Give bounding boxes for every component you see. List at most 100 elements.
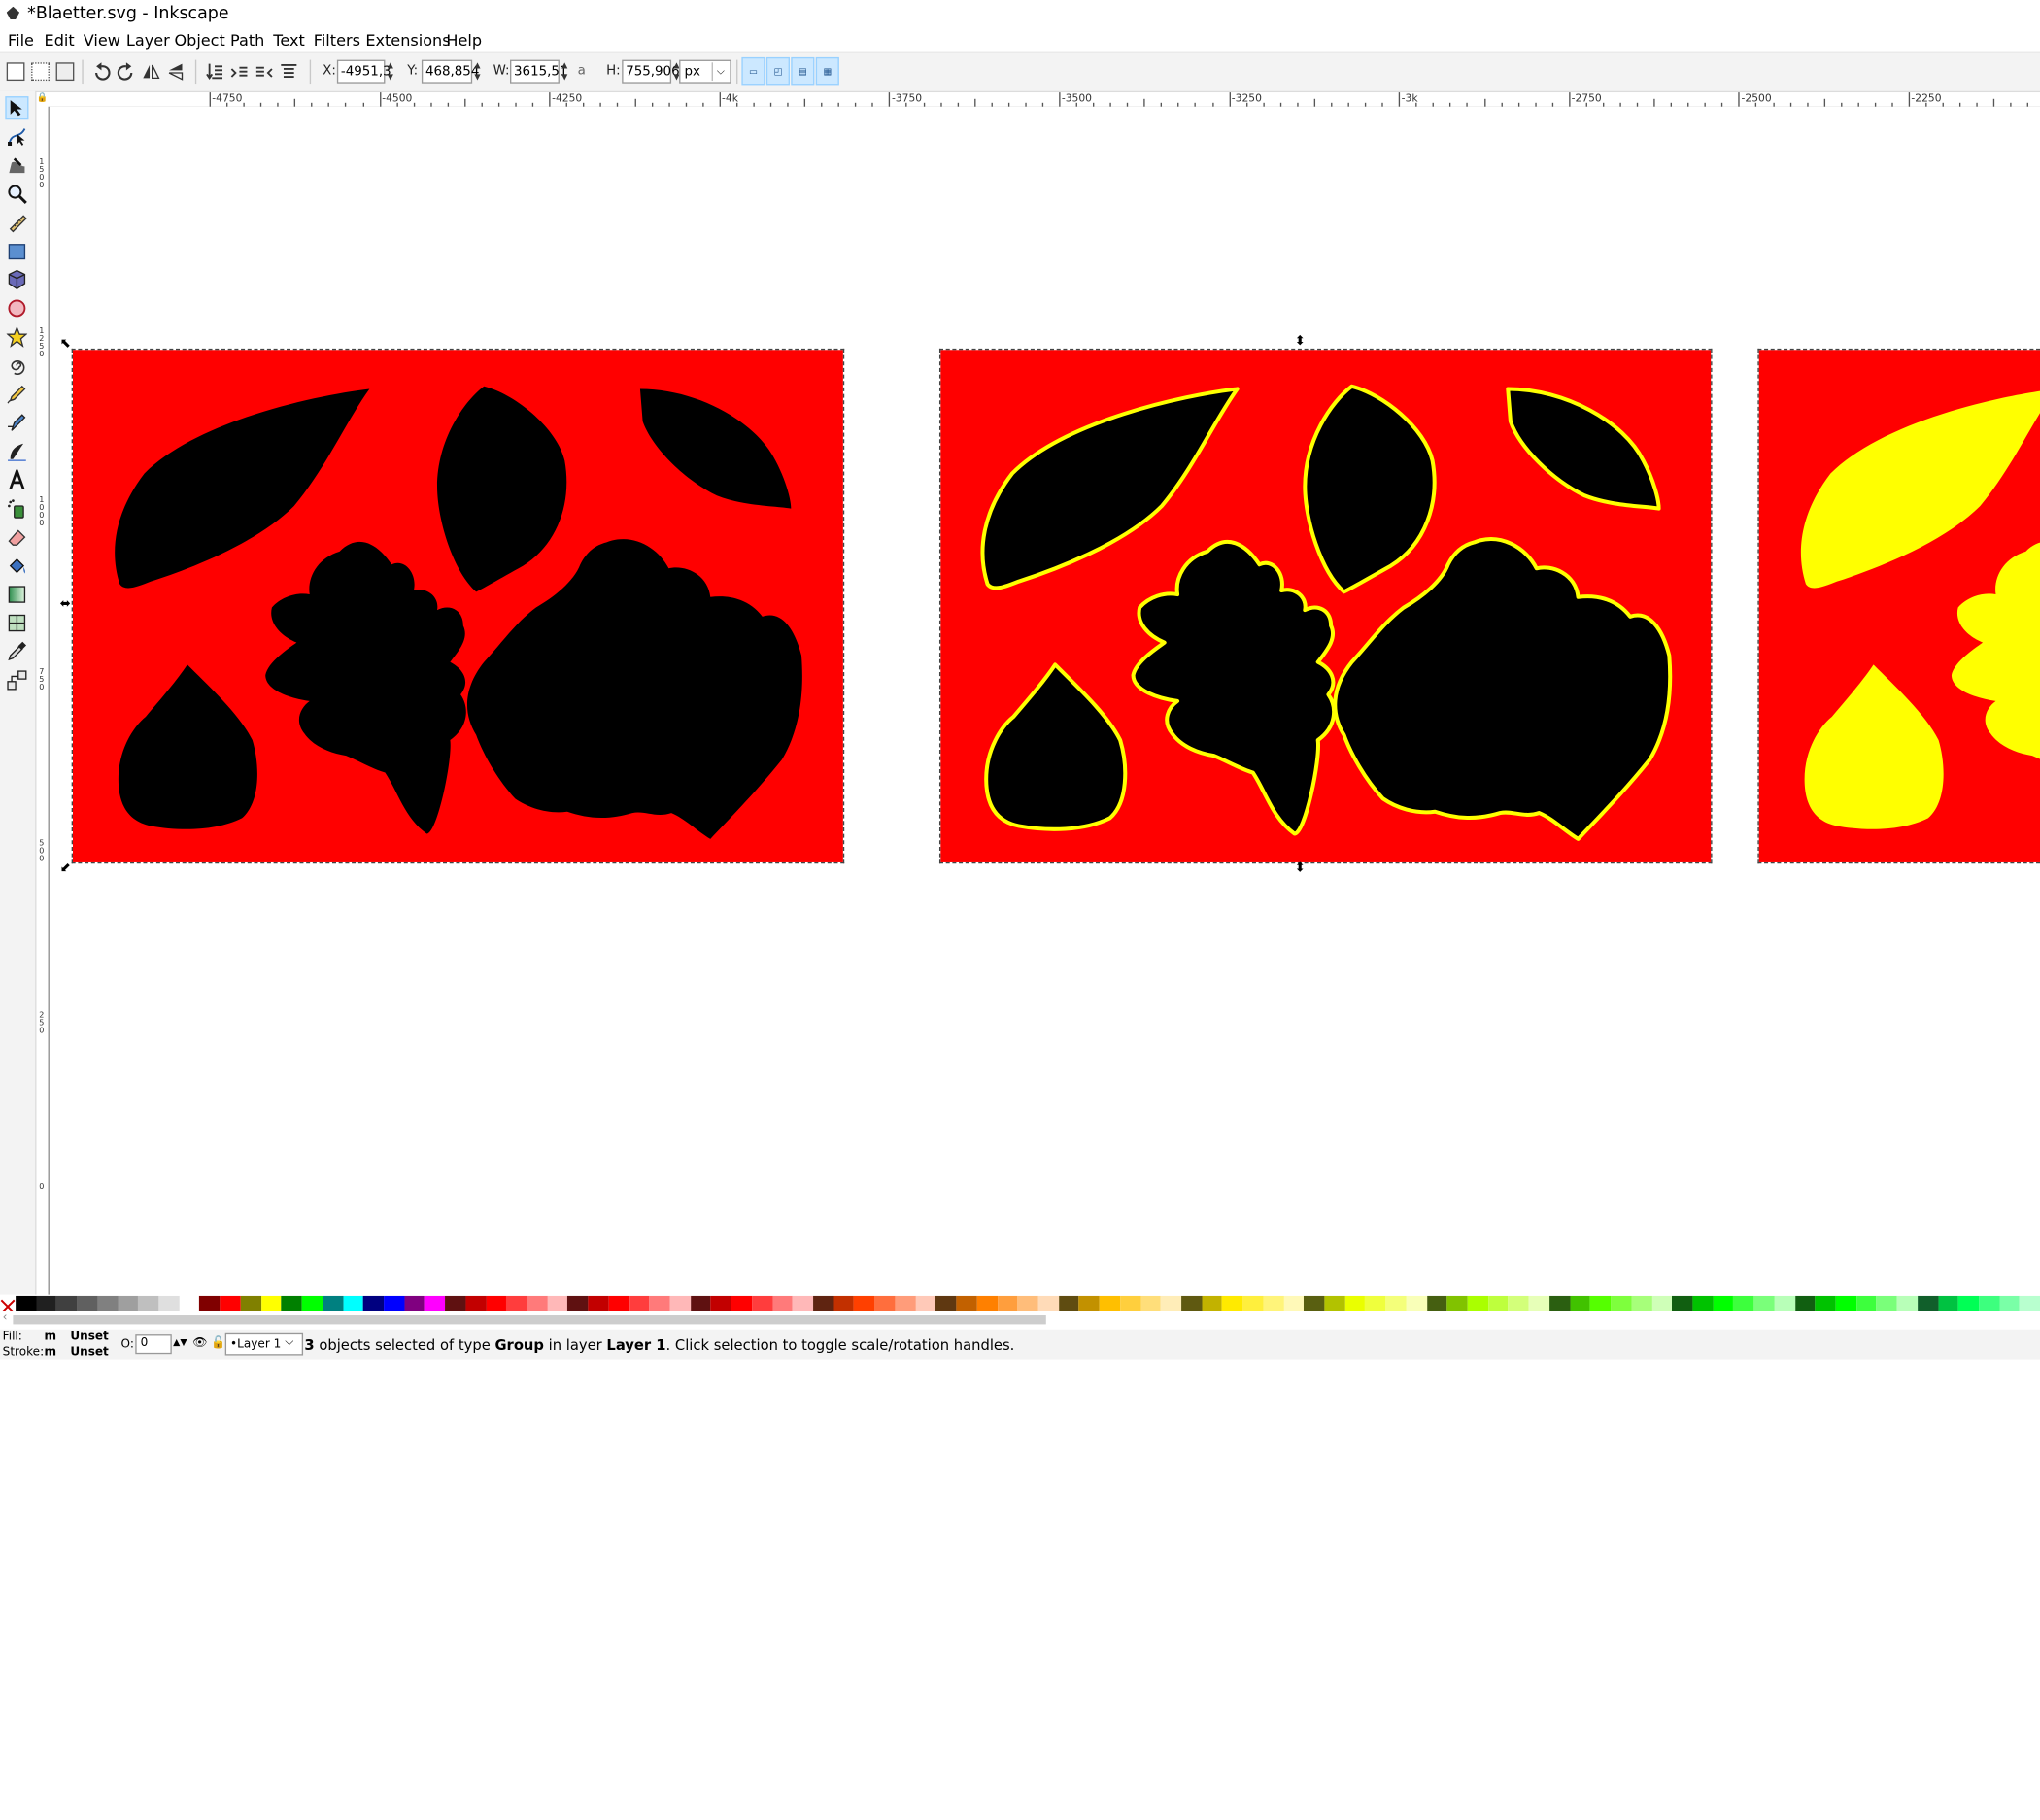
- color-swatch[interactable]: [1917, 1295, 1938, 1312]
- dropper-tool-icon[interactable]: [5, 640, 28, 663]
- color-swatch[interactable]: [649, 1295, 670, 1312]
- color-swatch[interactable]: [425, 1295, 446, 1312]
- select-all-icon[interactable]: [6, 62, 25, 82]
- color-swatch[interactable]: [138, 1295, 159, 1312]
- ruler-lock-icon[interactable]: 🔒: [36, 92, 49, 107]
- color-swatch[interactable]: [1078, 1295, 1100, 1312]
- deselect-icon[interactable]: [55, 62, 75, 82]
- color-swatch[interactable]: [1324, 1295, 1345, 1312]
- color-swatch[interactable]: [281, 1295, 302, 1312]
- menu-file[interactable]: File: [8, 31, 34, 50]
- select-all-layers-icon[interactable]: [31, 62, 50, 82]
- color-swatch[interactable]: [1222, 1295, 1243, 1312]
- gradient-tool-icon[interactable]: [5, 583, 28, 606]
- unit-select[interactable]: px ⌵: [679, 59, 731, 84]
- leaf-group-black[interactable]: [73, 350, 843, 862]
- lower-to-bottom-icon[interactable]: [203, 60, 226, 84]
- zoom-tool-icon[interactable]: [5, 183, 28, 206]
- color-swatch[interactable]: [465, 1295, 487, 1312]
- menu-edit[interactable]: Edit: [45, 31, 75, 50]
- transform-patterns-toggle[interactable]: ▦: [815, 56, 839, 86]
- color-swatch[interactable]: [1548, 1295, 1571, 1312]
- color-swatch[interactable]: [1774, 1295, 1795, 1312]
- color-swatch[interactable]: [1181, 1295, 1203, 1312]
- color-swatch[interactable]: [567, 1295, 589, 1312]
- color-swatch[interactable]: [669, 1295, 691, 1312]
- horizontal-scrollbar[interactable]: ‹: [0, 1311, 2040, 1330]
- color-swatch[interactable]: [1733, 1295, 1754, 1312]
- scale-handle-top-left[interactable]: ⬉: [60, 338, 71, 351]
- color-swatch[interactable]: [547, 1295, 568, 1312]
- color-swatch[interactable]: [342, 1295, 363, 1312]
- color-swatch[interactable]: [1937, 1295, 1959, 1312]
- color-swatch[interactable]: [1896, 1295, 1918, 1312]
- scale-handle-top[interactable]: ⬍: [1295, 335, 1306, 349]
- color-swatch[interactable]: [1099, 1295, 1120, 1312]
- color-swatch[interactable]: [1304, 1295, 1325, 1312]
- x-input[interactable]: -4951,3: [336, 59, 391, 84]
- menu-help[interactable]: Help: [446, 31, 482, 50]
- color-swatch[interactable]: [690, 1295, 711, 1312]
- page-yellow-leaves[interactable]: [1757, 348, 2040, 864]
- color-swatch[interactable]: [384, 1295, 405, 1312]
- tweak-tool-icon[interactable]: [5, 153, 28, 177]
- color-swatch[interactable]: [1855, 1295, 1877, 1312]
- lower-icon[interactable]: [227, 60, 251, 84]
- lock-ratio-icon[interactable]: a: [578, 64, 586, 79]
- color-swatch[interactable]: [1058, 1295, 1079, 1312]
- color-swatch[interactable]: [935, 1295, 957, 1312]
- chevron-down-icon[interactable]: ⌵: [285, 1335, 293, 1348]
- raise-to-top-icon[interactable]: [277, 60, 300, 84]
- color-swatch[interactable]: [1426, 1295, 1447, 1312]
- h-input[interactable]: 755,906: [622, 59, 680, 84]
- connector-tool-icon[interactable]: [5, 668, 28, 691]
- leaf-group-yellow[interactable]: [1759, 350, 2040, 862]
- flip-vertical-icon[interactable]: [164, 60, 187, 84]
- color-swatch[interactable]: [1815, 1295, 1836, 1312]
- color-swatch[interactable]: [1651, 1295, 1673, 1312]
- color-swatch[interactable]: [1876, 1295, 1897, 1312]
- color-swatch[interactable]: [1999, 1295, 2021, 1312]
- raise-icon[interactable]: [253, 60, 276, 84]
- color-swatch[interactable]: [895, 1295, 916, 1312]
- rotate-ccw-icon[interactable]: [89, 60, 113, 84]
- color-swatch[interactable]: [608, 1295, 629, 1312]
- color-swatch[interactable]: [1242, 1295, 1264, 1312]
- color-swatch[interactable]: [179, 1295, 200, 1312]
- menu-object[interactable]: Object: [174, 31, 224, 50]
- color-swatch[interactable]: [2020, 1295, 2040, 1312]
- color-swatch[interactable]: [506, 1295, 527, 1312]
- rotate-cw-icon[interactable]: [115, 60, 138, 84]
- page-black-leaves[interactable]: [71, 348, 845, 864]
- color-swatch[interactable]: [956, 1295, 977, 1312]
- color-swatch[interactable]: [97, 1295, 119, 1312]
- color-swatch[interactable]: [1528, 1295, 1549, 1312]
- mesh-tool-icon[interactable]: [5, 611, 28, 634]
- color-swatch[interactable]: [976, 1295, 998, 1312]
- color-swatch[interactable]: [997, 1295, 1018, 1312]
- color-swatch[interactable]: [1119, 1295, 1140, 1312]
- color-swatch[interactable]: [854, 1295, 875, 1312]
- color-swatch[interactable]: [833, 1295, 855, 1312]
- color-swatch[interactable]: [404, 1295, 425, 1312]
- menu-view[interactable]: View: [84, 31, 120, 50]
- color-swatch[interactable]: [36, 1295, 57, 1312]
- layer-visibility-eye-icon[interactable]: 👁: [192, 1337, 207, 1350]
- scale-stroke-toggle[interactable]: ▭: [741, 56, 765, 86]
- color-swatch[interactable]: [1017, 1295, 1038, 1312]
- color-swatch[interactable]: [1365, 1295, 1386, 1312]
- scale-handle-bottom[interactable]: ⬍: [1295, 861, 1306, 875]
- calligraphy-tool-icon[interactable]: [5, 440, 28, 463]
- flip-horizontal-icon[interactable]: [139, 60, 162, 84]
- color-swatch[interactable]: [118, 1295, 139, 1312]
- scroll-left-icon[interactable]: ‹: [3, 1311, 8, 1324]
- color-swatch[interactable]: [16, 1295, 37, 1312]
- page-outlined-leaves[interactable]: [938, 348, 1713, 864]
- color-swatch[interactable]: [915, 1295, 936, 1312]
- color-swatch[interactable]: [1160, 1295, 1182, 1312]
- color-swatch[interactable]: [486, 1295, 507, 1312]
- selector-tool-icon[interactable]: [5, 96, 29, 120]
- color-swatch[interactable]: [1713, 1295, 1734, 1312]
- color-swatch[interactable]: [527, 1295, 548, 1312]
- spray-tool-icon[interactable]: [5, 497, 28, 521]
